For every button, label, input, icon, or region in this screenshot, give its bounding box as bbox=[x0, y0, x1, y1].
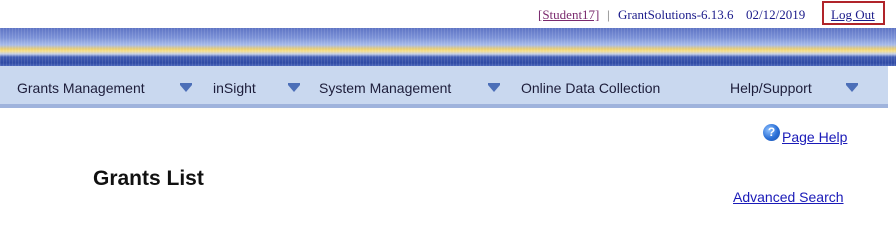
nav-item-online-data-collection[interactable]: Online Data Collection bbox=[505, 66, 705, 108]
current-date-label: 02/12/2019 bbox=[746, 7, 806, 22]
page-help-link[interactable]: Page Help bbox=[782, 129, 847, 145]
top-utility-bar: [Student17] | GrantSolutions-6.13.6 02/1… bbox=[0, 0, 896, 28]
logout-link[interactable]: Log Out bbox=[831, 7, 875, 23]
app-version-label: GrantSolutions-6.13.6 bbox=[618, 7, 734, 22]
nav-item-label: Online Data Collection bbox=[521, 80, 661, 96]
header-separator: | bbox=[607, 7, 610, 22]
nav-item-label: Help/Support bbox=[730, 80, 812, 96]
user-profile-link[interactable]: [Student17] bbox=[538, 7, 599, 23]
nav-item-grants-management[interactable]: Grants Management bbox=[0, 66, 200, 108]
nav-item-insight[interactable]: inSight bbox=[200, 66, 305, 108]
chevron-down-icon bbox=[288, 83, 300, 92]
chevron-down-icon bbox=[488, 83, 500, 92]
nav-item-label: inSight bbox=[213, 80, 256, 96]
nav-item-system-management[interactable]: System Management bbox=[305, 66, 505, 108]
page-title: Grants List bbox=[93, 167, 204, 190]
chevron-down-icon bbox=[846, 83, 858, 92]
main-nav-bar: Grants Management inSight System Managem… bbox=[0, 66, 888, 108]
nav-item-label: Grants Management bbox=[17, 80, 145, 96]
advanced-search-link[interactable]: Advanced Search bbox=[733, 189, 844, 205]
nav-item-help-support[interactable]: Help/Support bbox=[715, 66, 865, 108]
nav-item-label: System Management bbox=[319, 80, 452, 96]
chevron-down-icon bbox=[180, 83, 192, 92]
question-icon[interactable]: ? bbox=[763, 124, 780, 141]
header-banner bbox=[0, 28, 896, 66]
